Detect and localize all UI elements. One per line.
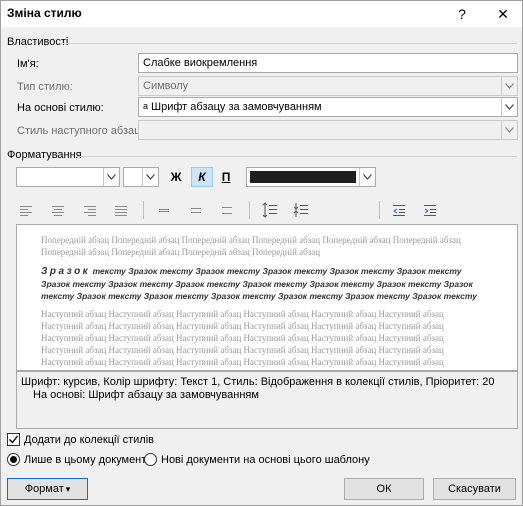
checkmark-icon — [9, 435, 19, 444]
paragraph-toolbar — [7, 198, 517, 222]
chevron-down-icon — [103, 168, 119, 186]
increase-indent-icon[interactable] — [421, 201, 439, 219]
cancel-button[interactable]: Скасувати — [433, 478, 516, 500]
based-on-select[interactable]: a Шрифт абзацу за замовчуванням — [138, 97, 518, 117]
chevron-down-icon — [501, 121, 517, 139]
font-color-select[interactable] — [246, 167, 376, 187]
ok-button[interactable]: ОК — [344, 478, 424, 500]
preview-sample-text: Зразок тексту Зразок тексту Зразок текст… — [41, 266, 477, 302]
style-type-select[interactable]: Символу — [138, 76, 518, 96]
align-left-icon[interactable] — [17, 201, 35, 219]
style-description: Шрифт: курсив, Колір шрифту: Текст 1, Ст… — [16, 371, 518, 429]
title-bar: Зміна стилю ? ✕ — [1, 1, 522, 27]
name-input[interactable]: Слабке виокремлення — [138, 53, 518, 73]
toolbar-separator — [249, 201, 250, 219]
radio-circle[interactable] — [144, 453, 157, 466]
description-line-2: На основі: Шрифт абзацу за замовчуванням — [33, 389, 259, 401]
chevron-down-icon — [501, 98, 517, 116]
properties-section-label: Властивості — [7, 36, 69, 48]
chevron-down-icon — [142, 168, 158, 186]
double-spacing-icon[interactable] — [218, 201, 236, 219]
formatting-section-label: Форматування — [7, 149, 82, 161]
preview-previous-paragraph: Попередній абзац Попередній абзац Попере… — [41, 235, 461, 257]
help-button[interactable]: ? — [448, 3, 476, 25]
one-half-spacing-icon[interactable] — [187, 201, 205, 219]
toolbar-separator — [379, 201, 380, 219]
name-label: Ім'я: — [17, 58, 39, 70]
format-button-label: Формат — [24, 483, 64, 495]
align-center-icon[interactable] — [49, 201, 67, 219]
decrease-indent-icon[interactable] — [390, 201, 408, 219]
format-button[interactable]: Формат ▾ — [7, 478, 88, 500]
dropdown-caret-icon: ▾ — [65, 483, 71, 494]
font-name-select[interactable] — [16, 167, 120, 187]
single-spacing-icon[interactable] — [155, 201, 173, 219]
italic-button[interactable]: К — [191, 167, 213, 187]
description-line-1: Шрифт: курсив, Колір шрифту: Текст 1, Ст… — [21, 376, 495, 388]
style-preview: Попередній абзац Попередній абзац Попере… — [16, 224, 518, 371]
next-style-select[interactable] — [138, 120, 518, 140]
only-this-document-radio[interactable]: Лише в цьому документі — [7, 453, 149, 466]
style-type-label: Тип стилю: — [17, 81, 73, 93]
based-on-value: a Шрифт абзацу за замовчуванням — [143, 101, 322, 113]
only-this-document-label: Лише в цьому документі — [24, 453, 149, 466]
checkbox-box[interactable] — [7, 433, 20, 446]
chevron-down-icon — [501, 77, 517, 95]
add-to-gallery-label: Додати до колекції стилів — [24, 433, 154, 446]
dialog-title: Зміна стилю — [7, 6, 82, 20]
modify-style-dialog: Зміна стилю ? ✕ Властивості Ім'я: Слабке… — [0, 0, 523, 506]
justify-icon[interactable] — [112, 201, 130, 219]
bold-button[interactable]: Ж — [165, 167, 187, 187]
font-size-select[interactable] — [123, 167, 159, 187]
preview-next-paragraph: Наступний абзац Наступний абзац Наступни… — [41, 309, 444, 370]
underline-button[interactable]: П — [215, 167, 237, 187]
character-style-icon: a — [143, 101, 149, 111]
radio-dot — [10, 456, 17, 463]
new-documents-radio[interactable]: Нові документи на основі цього шаблону — [144, 453, 370, 466]
add-to-gallery-checkbox[interactable]: Додати до колекції стилів — [7, 433, 154, 446]
new-documents-label: Нові документи на основі цього шаблону — [161, 453, 370, 466]
decrease-paragraph-spacing-icon[interactable] — [292, 201, 310, 219]
properties-divider — [63, 43, 517, 44]
radio-circle[interactable] — [7, 453, 20, 466]
chevron-down-icon — [359, 168, 375, 186]
next-style-label: Стиль наступного абзацу: — [17, 125, 149, 137]
increase-paragraph-spacing-icon[interactable] — [261, 201, 279, 219]
close-button[interactable]: ✕ — [489, 3, 517, 25]
style-type-value: Символу — [143, 80, 189, 92]
font-color-swatch — [250, 171, 356, 183]
align-right-icon[interactable] — [81, 201, 99, 219]
toolbar-separator — [143, 201, 144, 219]
formatting-divider — [77, 156, 517, 157]
based-on-label: На основі стилю: — [17, 102, 104, 114]
